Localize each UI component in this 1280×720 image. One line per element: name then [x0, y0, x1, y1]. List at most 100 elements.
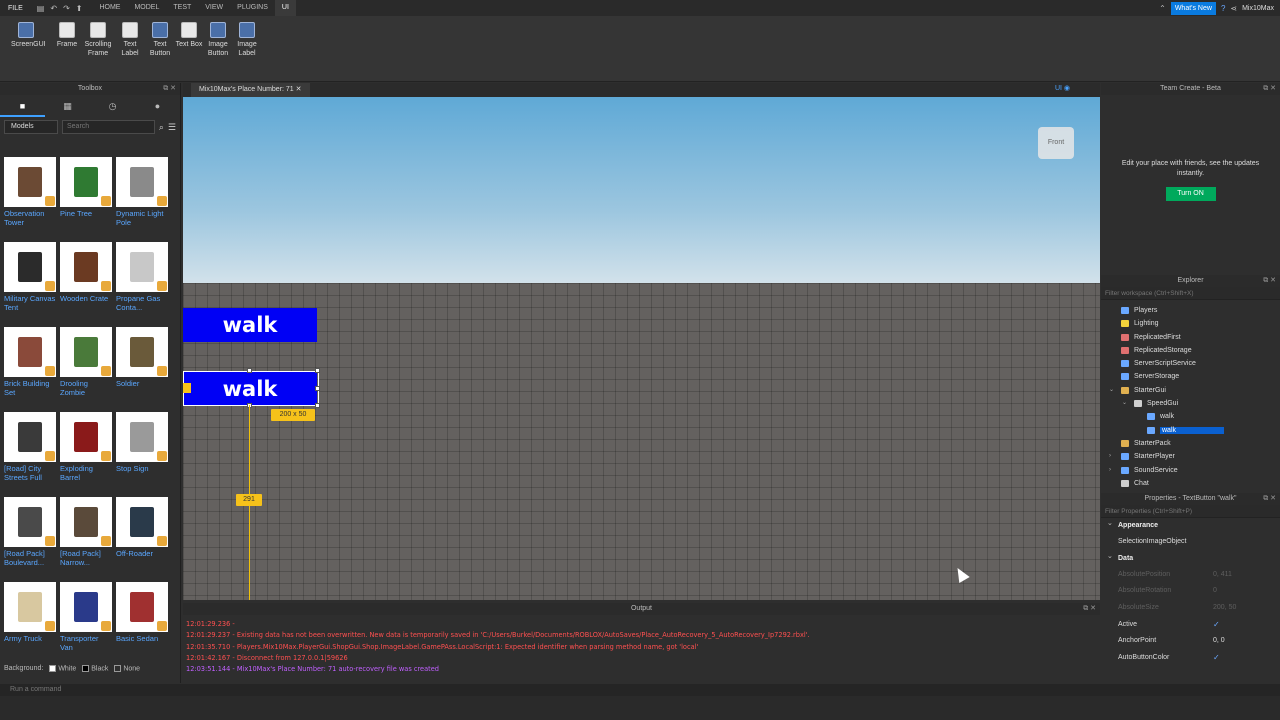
- explorer-item[interactable]: Chat: [1101, 477, 1280, 490]
- explorer-item[interactable]: ⌄ StarterGui: [1101, 384, 1280, 397]
- inventory-tab-icon[interactable]: ▦: [45, 95, 90, 117]
- category-select[interactable]: Models: [4, 120, 58, 134]
- search-icon[interactable]: ⌕: [159, 122, 164, 133]
- toolbox-item[interactable]: [Road Pack] Boulevard...: [4, 497, 56, 567]
- property-row[interactable]: AbsoluteSize 200, 50: [1101, 600, 1280, 617]
- image-label-button[interactable]: Image Label: [232, 22, 262, 58]
- expand-arrow-icon[interactable]: ⌄: [1109, 384, 1114, 397]
- filter-icon[interactable]: ☰: [168, 122, 176, 133]
- undo-icon[interactable]: ↶: [50, 4, 57, 13]
- text-label-button[interactable]: Text Label: [115, 22, 145, 58]
- screengui-button[interactable]: ScreenGUI: [11, 22, 46, 49]
- property-row[interactable]: AbsoluteRotation 0: [1101, 583, 1280, 600]
- toolbox-item[interactable]: Army Truck: [4, 582, 56, 643]
- close-icon[interactable]: ⧉ ✕: [1263, 83, 1276, 95]
- view-cube[interactable]: Front: [1038, 127, 1074, 159]
- frame-button[interactable]: Frame: [52, 22, 82, 49]
- toolbox-item[interactable]: Dynamic Light Pole: [116, 157, 168, 227]
- explorer-item[interactable]: Lighting: [1101, 317, 1280, 330]
- creations-tab-icon[interactable]: ●: [135, 95, 180, 117]
- toolbox-item[interactable]: Off-Roader: [116, 497, 168, 558]
- property-value[interactable]: 0, 0: [1213, 633, 1225, 650]
- toolbox-item[interactable]: [Road Pack] Narrow...: [60, 497, 112, 567]
- bg-black-option[interactable]: Black: [82, 665, 108, 672]
- resize-handle-bottom-right[interactable]: [315, 403, 320, 408]
- explorer-item[interactable]: ReplicatedFirst: [1101, 331, 1280, 344]
- toolbox-item[interactable]: Military Canvas Tent: [4, 242, 56, 312]
- toolbox-item[interactable]: Observation Tower: [4, 157, 56, 227]
- property-value[interactable]: 0: [1213, 583, 1217, 600]
- explorer-item[interactable]: walk: [1101, 424, 1280, 437]
- explorer-item[interactable]: ReplicatedStorage: [1101, 344, 1280, 357]
- walk-button-1[interactable]: walk: [183, 308, 317, 342]
- explorer-item[interactable]: › SoundService: [1101, 464, 1280, 477]
- share-icon[interactable]: ⋖: [1230, 4, 1237, 13]
- toolbox-item[interactable]: Wooden Crate: [60, 242, 112, 303]
- recent-tab-icon[interactable]: ◷: [90, 95, 135, 117]
- bg-none-option[interactable]: None: [114, 665, 140, 672]
- toolbox-item[interactable]: Stop Sign: [116, 412, 168, 473]
- property-row[interactable]: Active ✓: [1101, 617, 1280, 634]
- property-value[interactable]: ✓: [1213, 650, 1220, 667]
- redo-icon[interactable]: ↷: [63, 4, 70, 13]
- properties-filter-input[interactable]: Filter Properties (Ctrl+Shift+P): [1101, 505, 1280, 518]
- resize-handle-top[interactable]: [247, 368, 252, 373]
- toolbox-item[interactable]: Propane Gas Conta...: [116, 242, 168, 312]
- resize-handle-right[interactable]: [315, 386, 320, 391]
- appearance-section[interactable]: Appearance: [1101, 516, 1280, 534]
- chevron-up-icon[interactable]: ⌃: [1159, 4, 1166, 13]
- explorer-filter-input[interactable]: Filter workspace (Ctrl+Shift+X): [1101, 287, 1280, 300]
- save-icon[interactable]: ▤: [37, 4, 45, 13]
- tab-ui[interactable]: UI: [274, 0, 296, 16]
- command-bar[interactable]: Run a command: [0, 684, 1280, 696]
- toolbox-item[interactable]: Basic Sedan: [116, 582, 168, 643]
- tab-home[interactable]: HOME: [92, 0, 127, 16]
- publish-icon[interactable]: ⬆: [76, 4, 83, 13]
- marketplace-tab-icon[interactable]: ■: [0, 95, 45, 117]
- explorer-item[interactable]: › StarterPlayer: [1101, 450, 1280, 463]
- image-button-button[interactable]: Image Button: [203, 22, 233, 58]
- property-row[interactable]: AutoButtonColor ✓: [1101, 650, 1280, 667]
- user-name[interactable]: Mix10Max: [1242, 5, 1274, 12]
- toolbox-item[interactable]: Transporter Van: [60, 582, 112, 652]
- close-icon[interactable]: ⧉ ✕: [1083, 603, 1096, 615]
- help-icon[interactable]: ?: [1221, 4, 1225, 13]
- close-icon[interactable]: ⧉ ✕: [163, 83, 176, 95]
- toolbox-item[interactable]: Brick Building Set: [4, 327, 56, 397]
- bg-white-option[interactable]: White: [49, 665, 76, 672]
- tab-plugins[interactable]: PLUGINS: [230, 0, 275, 16]
- whats-new-button[interactable]: What's New: [1170, 1, 1216, 15]
- ui-visibility-toggle[interactable]: UI ◉: [1055, 84, 1070, 92]
- property-row[interactable]: AnchorPoint 0, 0: [1101, 633, 1280, 650]
- scrolling-frame-button[interactable]: Scrolling Frame: [83, 22, 113, 58]
- toolbox-item[interactable]: Soldier: [116, 327, 168, 388]
- data-section[interactable]: Data: [1101, 549, 1280, 567]
- file-menu[interactable]: FILE: [0, 5, 31, 12]
- explorer-item[interactable]: ServerStorage: [1101, 370, 1280, 383]
- 3d-viewport[interactable]: Front walk walk 200 x 50 291: [183, 97, 1100, 600]
- explorer-item[interactable]: ⌄ SpeedGui: [1101, 397, 1280, 410]
- expand-arrow-icon[interactable]: ⌄: [1122, 397, 1127, 410]
- close-icon[interactable]: ⧉ ✕: [1263, 493, 1276, 505]
- turn-on-button[interactable]: Turn ON: [1165, 187, 1216, 201]
- text-button-button[interactable]: Text Button: [145, 22, 175, 58]
- text-box-button[interactable]: Text Box: [174, 22, 204, 49]
- explorer-item[interactable]: StarterPack: [1101, 437, 1280, 450]
- toolbox-search-input[interactable]: Search: [62, 120, 155, 134]
- expand-arrow-icon[interactable]: ›: [1109, 450, 1111, 463]
- close-icon[interactable]: ⧉ ✕: [1263, 275, 1276, 287]
- explorer-item[interactable]: Players: [1101, 304, 1280, 317]
- expand-arrow-icon[interactable]: ›: [1109, 464, 1111, 477]
- toolbox-item[interactable]: Drooling Zombie: [60, 327, 112, 397]
- tab-view[interactable]: VIEW: [198, 0, 230, 16]
- toolbox-item[interactable]: Pine Tree: [60, 157, 112, 218]
- property-value[interactable]: 200, 50: [1213, 600, 1236, 617]
- explorer-item[interactable]: walk: [1101, 410, 1280, 423]
- property-value[interactable]: ✓: [1213, 617, 1220, 634]
- tab-test[interactable]: TEST: [166, 0, 198, 16]
- property-row[interactable]: AbsolutePosition 0, 411: [1101, 567, 1280, 584]
- toolbox-item[interactable]: Exploding Barrel: [60, 412, 112, 482]
- resize-handle-top-right[interactable]: [315, 368, 320, 373]
- place-tab[interactable]: Mix10Max's Place Number: 71 ✕: [191, 83, 310, 97]
- tab-model[interactable]: MODEL: [127, 0, 166, 16]
